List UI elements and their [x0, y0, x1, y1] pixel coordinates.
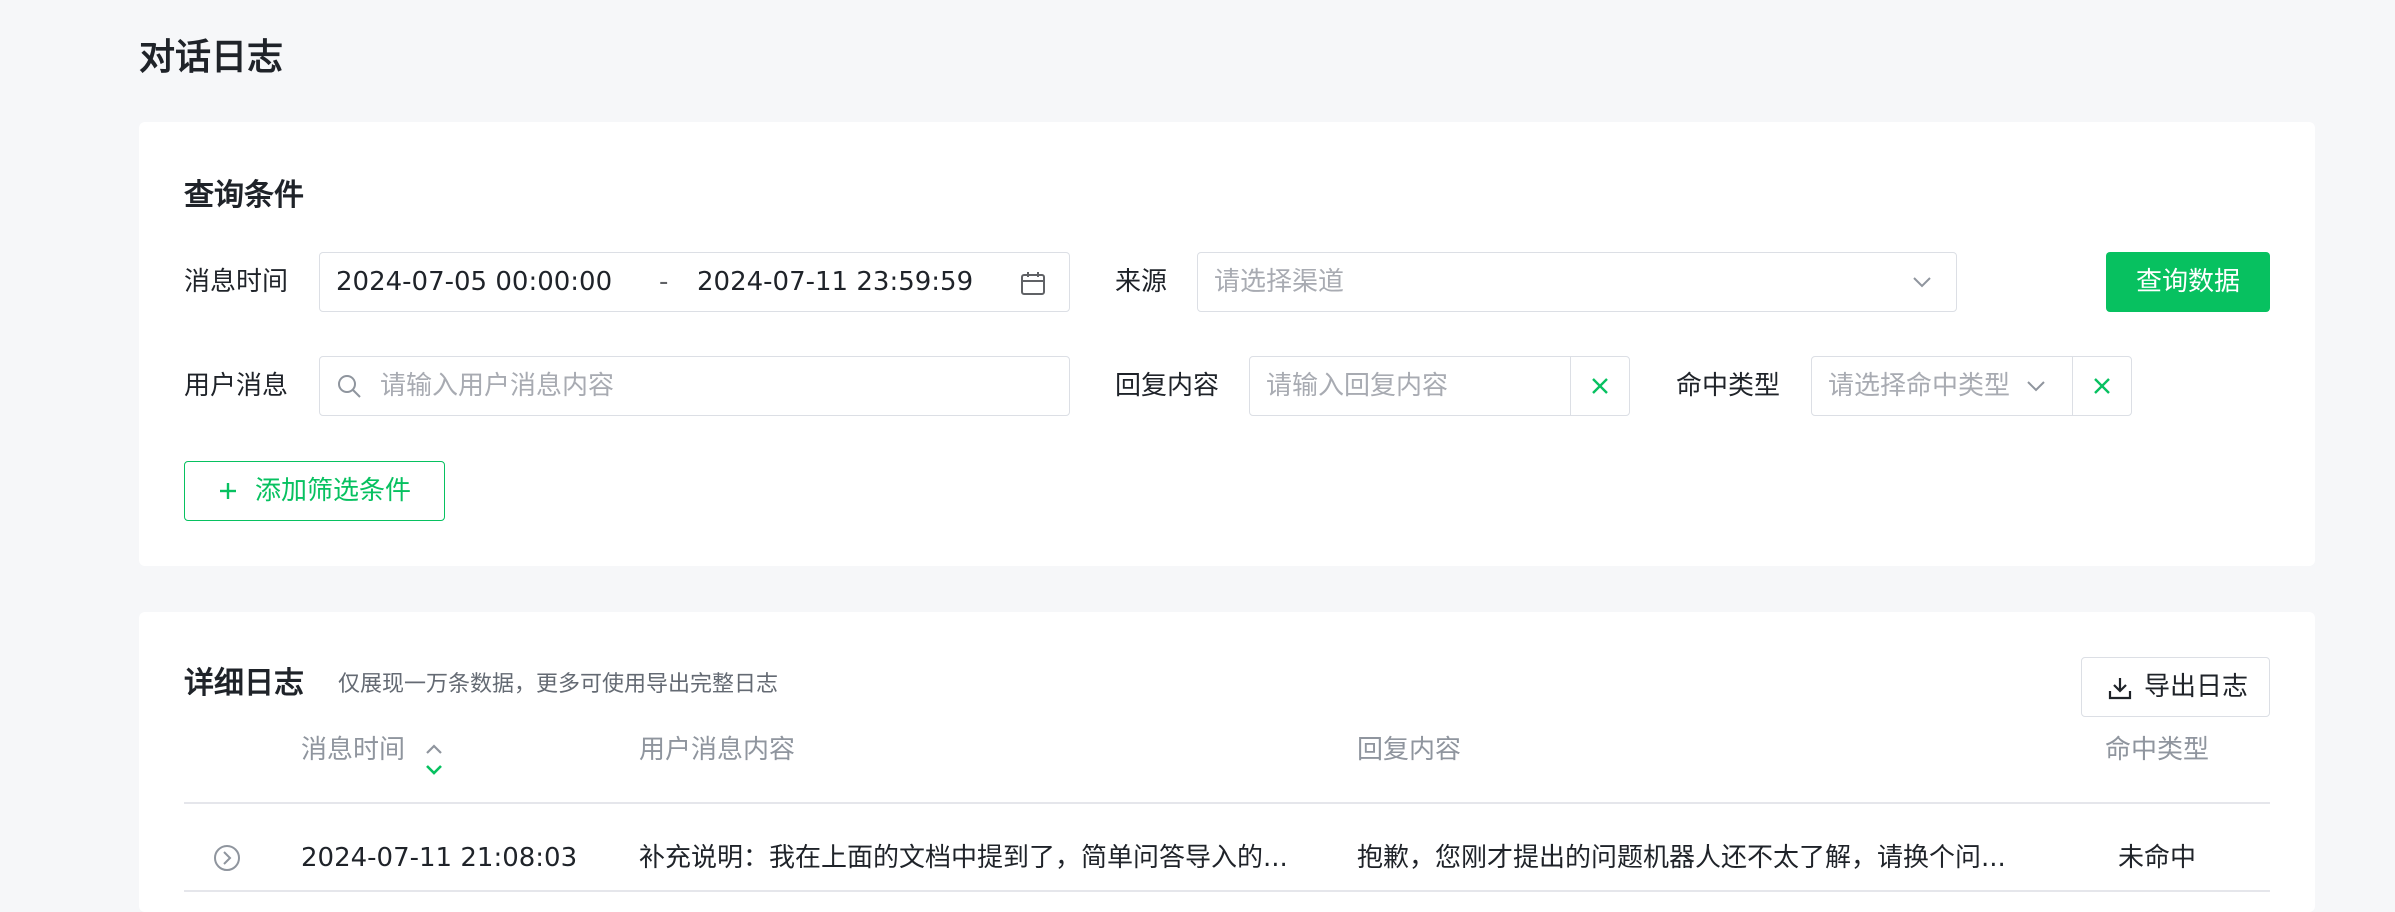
- calendar-icon: [1021, 272, 1045, 295]
- date-range-end[interactable]: 2024-07-11 23:59:59: [697, 253, 973, 311]
- source-select-placeholder: 请选择渠道: [1214, 267, 1345, 297]
- source-label: 来源: [1115, 267, 1168, 297]
- column-header-user-message: 用户消息内容: [639, 735, 796, 765]
- log-card: 详细日志 仅展现一万条数据，更多可使用导出完整日志 导出日志 消息时间 用户消息…: [139, 612, 2315, 912]
- chevron-down-icon: [1913, 277, 1931, 288]
- hit-type-clear-button[interactable]: [2072, 355, 2132, 416]
- export-log-label: 导出日志: [2144, 672, 2249, 702]
- table-row-divider: [184, 890, 2270, 892]
- sort-icon[interactable]: [424, 742, 444, 778]
- row-reply: 抱歉，您刚才提出的问题机器人还不太了解，请换个问...: [1357, 843, 2006, 873]
- reply-label: 回复内容: [1115, 371, 1220, 401]
- message-time-label: 消息时间: [184, 267, 289, 297]
- search-data-button[interactable]: 查询数据: [2106, 252, 2270, 312]
- close-icon: [2094, 377, 2110, 394]
- column-header-reply: 回复内容: [1357, 735, 1462, 765]
- log-card-title: 详细日志: [184, 666, 304, 701]
- reply-clear-button[interactable]: [1570, 355, 1630, 416]
- date-range-separator: -: [659, 267, 669, 297]
- date-range-picker[interactable]: 2024-07-05 00:00:00 - 2024-07-11 23:59:5…: [319, 252, 1070, 312]
- hit-type-placeholder: 请选择命中类型: [1828, 371, 2011, 401]
- expand-row-icon[interactable]: [213, 844, 241, 872]
- column-header-time[interactable]: 消息时间: [301, 730, 405, 770]
- chevron-down-icon: [2027, 381, 2045, 392]
- column-header-hit-type: 命中类型: [2105, 735, 2210, 765]
- row-hit-type: 未命中: [2118, 843, 2197, 873]
- add-filter-button[interactable]: 添加筛选条件: [184, 461, 445, 521]
- export-log-button[interactable]: 导出日志: [2081, 657, 2270, 717]
- hit-type-select[interactable]: 请选择命中类型: [1811, 355, 2132, 416]
- user-message-placeholder: 请输入用户消息内容: [380, 371, 615, 401]
- row-time: 2024-07-11 21:08:03: [301, 843, 578, 873]
- user-message-label: 用户消息: [184, 371, 289, 401]
- close-icon: [1592, 377, 1608, 394]
- reply-placeholder: 请输入回复内容: [1266, 371, 1449, 401]
- query-card-title: 查询条件: [184, 178, 304, 213]
- add-filter-label: 添加筛选条件: [255, 476, 412, 506]
- query-card: 查询条件 消息时间 2024-07-05 00:00:00 - 2024-07-…: [139, 122, 2315, 566]
- user-message-input[interactable]: 请输入用户消息内容: [319, 356, 1070, 416]
- plus-icon: [220, 483, 236, 499]
- search-icon: [338, 375, 361, 398]
- row-user-message: 补充说明：我在上面的文档中提到了，简单问答导入的...: [639, 843, 1288, 873]
- reply-input[interactable]: 请输入回复内容: [1249, 355, 1630, 416]
- hit-type-label: 命中类型: [1676, 371, 1781, 401]
- table-header-divider: [184, 802, 2270, 804]
- source-select[interactable]: 请选择渠道: [1197, 252, 1957, 312]
- date-range-start[interactable]: 2024-07-05 00:00:00: [336, 253, 612, 311]
- log-card-subtitle: 仅展现一万条数据，更多可使用导出完整日志: [338, 672, 779, 697]
- page-title: 对话日志: [139, 37, 284, 78]
- download-icon: [2108, 678, 2132, 700]
